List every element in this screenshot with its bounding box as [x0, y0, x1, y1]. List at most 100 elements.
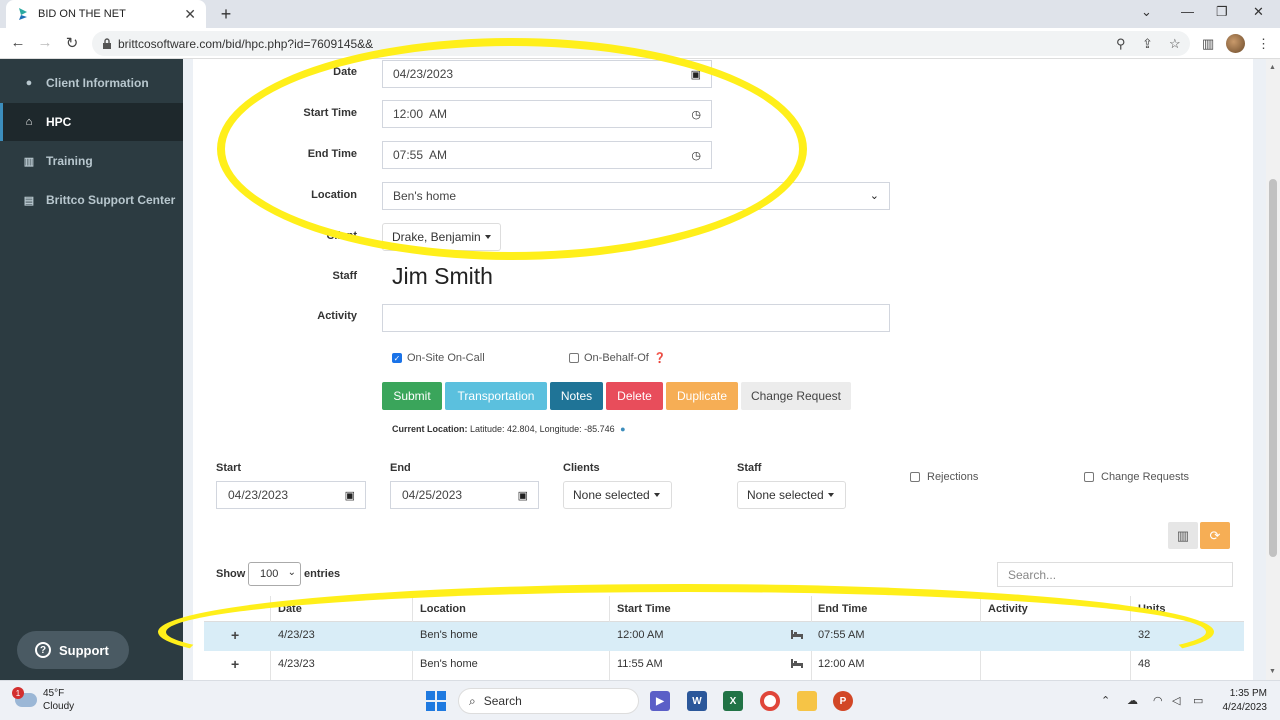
profile-avatar[interactable]	[1226, 34, 1245, 53]
sidebar-item-support-center[interactable]: ▤ Brittco Support Center	[0, 181, 183, 219]
expand-row-icon[interactable]: +	[231, 627, 239, 643]
word-icon[interactable]: W	[687, 691, 707, 711]
current-location-label: Current Location:	[392, 424, 468, 434]
clock-icon[interactable]: ◷	[691, 108, 701, 121]
page-scrollbar[interactable]: ▲ ▼	[1266, 59, 1280, 680]
date-input[interactable]: 04/23/2023 ▣	[382, 60, 712, 88]
notes-button[interactable]: Notes	[550, 382, 603, 410]
location-label: Location	[311, 189, 357, 201]
col-header-end-time[interactable]: End Time	[818, 599, 867, 619]
sidebar-item-training[interactable]: ▥ Training	[0, 142, 183, 180]
scroll-down-icon[interactable]: ▼	[1269, 668, 1276, 675]
back-icon[interactable]: ←	[8, 34, 28, 51]
entries-label: entries	[304, 568, 341, 580]
col-header-units[interactable]: Units	[1138, 599, 1166, 619]
forward-icon[interactable]: →	[35, 34, 55, 51]
checkbox-checked-icon[interactable]: ✓	[392, 353, 402, 363]
checkbox-unchecked-icon[interactable]	[569, 353, 579, 363]
col-header-start-time[interactable]: Start Time	[617, 599, 671, 619]
window-close-icon[interactable]: ✕	[1253, 4, 1264, 20]
checkbox-unchecked-icon[interactable]	[1084, 472, 1094, 482]
location-pin-icon[interactable]: ⚲	[1116, 36, 1126, 52]
teams-icon[interactable]: ▶	[650, 691, 670, 711]
wifi-icon[interactable]: ◠	[1153, 694, 1163, 707]
change-request-button[interactable]: Change Request	[741, 382, 851, 410]
expand-row-icon[interactable]: +	[231, 656, 239, 672]
calendar-icon[interactable]: ▣	[518, 489, 528, 502]
bookmark-star-icon[interactable]: ☆	[1169, 36, 1181, 52]
duplicate-button[interactable]: Duplicate	[666, 382, 738, 410]
end-time-label: End Time	[307, 148, 357, 160]
browser-tab[interactable]: BID ON THE NET ✕	[6, 0, 206, 28]
reload-icon[interactable]: ↻	[62, 34, 82, 52]
bed-icon	[791, 659, 803, 668]
excel-icon[interactable]: X	[723, 691, 743, 711]
calendar-icon[interactable]: ▣	[345, 489, 355, 502]
start-time-input[interactable]: 12:00 AM ◷	[382, 100, 712, 128]
chrome-icon[interactable]	[760, 691, 780, 711]
filter-staff-dropdown[interactable]: None selected	[737, 481, 846, 509]
end-time-input[interactable]: 07:55 AM ◷	[382, 141, 712, 169]
maximize-icon[interactable]: ❐	[1216, 4, 1228, 20]
clock-icon[interactable]: ◷	[691, 149, 701, 162]
filter-clients-value: None selected	[573, 488, 650, 502]
windows-start-icon[interactable]	[426, 691, 446, 711]
cell-location: Ben's home	[420, 658, 478, 670]
col-header-activity[interactable]: Activity	[988, 599, 1028, 619]
filter-start-input[interactable]: 04/23/2023 ▣	[216, 481, 366, 509]
rejections-checkbox[interactable]: Rejections	[910, 471, 978, 483]
browser-menu-icon[interactable]: ⋮	[1257, 36, 1270, 52]
sidebar: ● Client Information ⌂ HPC ▥ Training ▤ …	[0, 59, 183, 680]
column-visibility-button[interactable]: ▥	[1168, 522, 1198, 549]
checkbox-unchecked-icon[interactable]	[910, 472, 920, 482]
onbehalf-label: On-Behalf-Of	[584, 352, 649, 364]
client-dropdown[interactable]: Drake, Benjamin	[382, 223, 501, 251]
sidebar-item-client-information[interactable]: ● Client Information	[0, 64, 183, 102]
file-explorer-icon[interactable]	[797, 691, 817, 711]
onedrive-icon[interactable]: ☁	[1127, 694, 1138, 707]
support-button[interactable]: ? Support	[17, 631, 129, 669]
client-label: Client	[326, 230, 357, 242]
staff-name: Jim Smith	[392, 263, 493, 289]
minimize-icon[interactable]: —	[1181, 4, 1194, 19]
taskbar-search[interactable]: ⌕ Search	[458, 688, 639, 714]
location-value: Ben's home	[393, 189, 456, 203]
filter-clients-dropdown[interactable]: None selected	[563, 481, 672, 509]
client-value: Drake, Benjamin	[392, 230, 481, 244]
side-panel-icon[interactable]: ▥	[1202, 36, 1214, 52]
location-select[interactable]: Ben's home ⌄	[382, 182, 890, 210]
address-bar[interactable]: brittcosoftware.com/bid/hpc.php?id=76091…	[92, 31, 1190, 56]
table-row[interactable]: + 4/23/23 Ben's home 12:00 AM 07:55 AM 3…	[204, 622, 1244, 651]
new-tab-icon[interactable]: +	[216, 4, 236, 25]
tab-search-icon[interactable]: ⌄	[1141, 4, 1152, 20]
scroll-up-icon[interactable]: ▲	[1269, 64, 1276, 71]
col-header-date[interactable]: Date	[278, 599, 302, 619]
onsite-oncall-checkbox[interactable]: ✓ On-Site On-Call	[392, 352, 485, 364]
share-icon[interactable]: ⇪	[1142, 36, 1153, 52]
transportation-button[interactable]: Transportation	[445, 382, 547, 410]
scrollbar-thumb[interactable]	[1269, 179, 1277, 557]
help-icon[interactable]: ❓	[654, 353, 666, 364]
table-row[interactable]: + 4/23/23 Ben's home 11:55 AM 12:00 AM 4…	[204, 651, 1244, 680]
sidebar-item-hpc[interactable]: ⌂ HPC	[0, 103, 183, 141]
delete-button[interactable]: Delete	[606, 382, 663, 410]
system-clock[interactable]: 1:35 PM 4/24/2023	[1215, 687, 1268, 715]
entries-select[interactable]: 100 ⌄	[248, 562, 301, 586]
refresh-button[interactable]: ⟳	[1200, 522, 1230, 549]
calendar-icon[interactable]: ▣	[691, 68, 701, 81]
tray-chevron-icon[interactable]: ⌃	[1101, 694, 1110, 707]
powerpoint-icon[interactable]: P	[833, 691, 853, 711]
battery-icon[interactable]: ▭	[1193, 694, 1203, 707]
end-time-value: 07:55 AM	[393, 148, 448, 162]
submit-button[interactable]: Submit	[382, 382, 442, 410]
activity-input[interactable]	[382, 304, 890, 332]
col-header-location[interactable]: Location	[420, 599, 466, 619]
table-search-input[interactable]: Search...	[997, 562, 1233, 587]
change-requests-checkbox[interactable]: Change Requests	[1084, 471, 1189, 483]
tab-close-icon[interactable]: ✕	[184, 6, 196, 23]
volume-icon[interactable]: ◁	[1172, 694, 1180, 707]
filter-end-input[interactable]: 04/25/2023 ▣	[390, 481, 539, 509]
weather-widget[interactable]: 1 45°F Cloudy	[12, 687, 74, 713]
onbehalf-checkbox[interactable]: On-Behalf-Of ❓	[569, 352, 666, 364]
globe-icon[interactable]: ●	[620, 424, 625, 434]
